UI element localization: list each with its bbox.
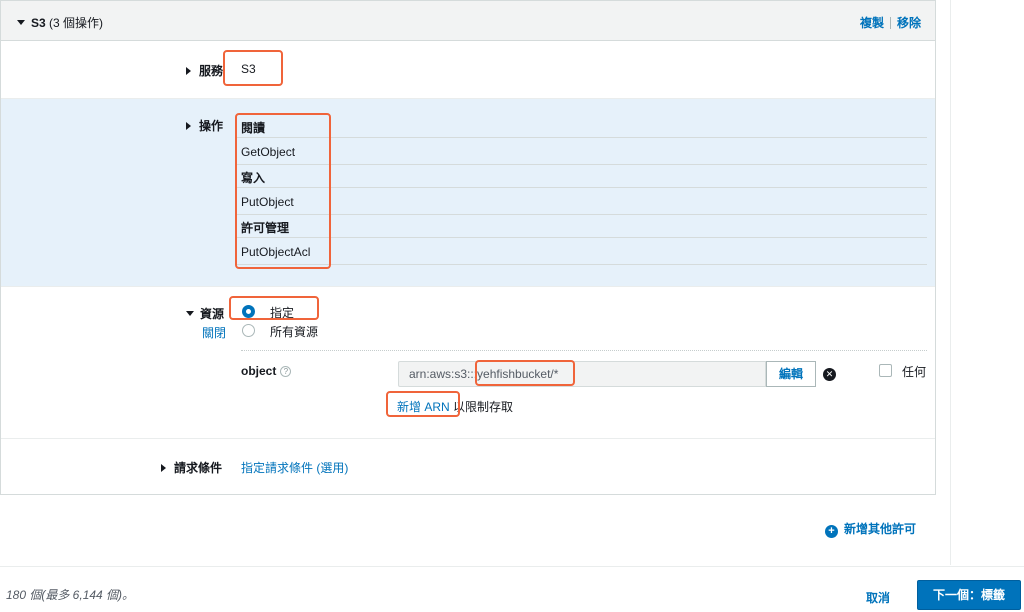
service-row[interactable]: 服務 S3 — [1, 42, 935, 99]
conditions-label[interactable]: 請求條件 — [161, 459, 222, 476]
highlight-box — [223, 50, 283, 86]
divider — [889, 17, 891, 29]
panel-actions: 複製 移除 — [860, 14, 921, 31]
close-link[interactable]: 關閉 — [202, 324, 226, 341]
conditions-row[interactable]: 請求條件 指定請求條件 (選用) — [1, 439, 935, 495]
service-label-text: 服務 — [199, 64, 224, 78]
add-permission-button[interactable]: + 新增其他許可 — [825, 520, 916, 538]
panel-header[interactable]: S3 (3 個操作) 複製 移除 — [1, 1, 935, 41]
expand-arrow-icon — [161, 464, 166, 472]
expand-arrow-icon — [186, 122, 191, 130]
collapse-arrow-icon — [186, 311, 194, 316]
actions-list: 閱讀 GetObject 寫入 PutObject 許可管理 PutObject… — [237, 115, 927, 265]
action-item: PutObjectAcl — [237, 237, 927, 265]
next-button[interactable]: 下一個：標籤 — [917, 580, 1021, 610]
conditions-label-text: 請求條件 — [174, 461, 223, 475]
any-checkbox[interactable] — [879, 364, 892, 377]
panel-title-count: (3 個操作) — [49, 16, 104, 30]
actions-label-text: 操作 — [199, 119, 224, 133]
radio-all-resources[interactable] — [242, 324, 255, 337]
highlight-box — [229, 296, 319, 320]
action-group-write: 寫入 — [241, 171, 266, 185]
object-label: object? — [241, 364, 292, 378]
permission-panel: S3 (3 個操作) 複製 移除 服務 S3 操作 閱讀 GetObject 寫入… — [0, 0, 936, 495]
remove-arn-icon[interactable]: ✕ — [823, 368, 836, 381]
service-label[interactable]: 服務 — [186, 62, 223, 79]
copy-link[interactable]: 複製 — [860, 16, 884, 30]
add-permission-label: 新增其他許可 — [844, 522, 917, 536]
character-count: 180 個(最多 6,144 個)。 — [6, 588, 135, 602]
highlight-box — [386, 391, 460, 417]
resources-row: 資源 關閉 指定 所有資源 object? arn:aws:s3:::yehfi… — [1, 287, 935, 439]
actions-row[interactable]: 操作 閱讀 GetObject 寫入 PutObject 許可管理 PutObj… — [1, 99, 935, 287]
help-icon[interactable]: ? — [280, 366, 292, 377]
highlight-box — [235, 113, 331, 269]
action-group-read: 閱讀 — [241, 121, 266, 135]
highlight-box — [475, 360, 575, 386]
panel-title-text: S3 — [31, 16, 46, 30]
action-item: GetObject — [237, 137, 927, 165]
actions-label[interactable]: 操作 — [186, 117, 223, 134]
object-label-text: object — [241, 364, 277, 378]
footer-bar: 180 個(最多 6,144 個)。 取消 下一個：標籤 — [0, 566, 1024, 612]
specify-conditions-link[interactable]: 指定請求條件 (選用) — [241, 459, 348, 476]
plus-circle-icon: + — [825, 525, 838, 538]
resources-label[interactable]: 資源 — [186, 305, 224, 322]
page-gutter — [936, 0, 950, 565]
collapse-caret-icon[interactable] — [17, 20, 25, 25]
panel-title[interactable]: S3 (3 個操作) — [17, 14, 103, 31]
action-group-permissions: 許可管理 — [241, 221, 290, 235]
add-arn-suffix: 以限制存取 — [453, 400, 514, 414]
cancel-button[interactable]: 取消 — [866, 589, 890, 606]
edit-button[interactable]: 編輯 — [766, 361, 816, 387]
any-label[interactable]: 任何 — [902, 363, 926, 380]
arn-field[interactable]: arn:aws:s3:::yehfishbucket/* — [398, 361, 766, 387]
remove-link[interactable]: 移除 — [897, 16, 921, 30]
resources-label-text: 資源 — [200, 307, 225, 321]
expand-arrow-icon — [186, 67, 191, 75]
action-item: PutObject — [237, 187, 927, 215]
right-sidebar-area — [950, 0, 1024, 565]
radio-all-resources-label[interactable]: 所有資源 — [270, 323, 318, 340]
divider — [241, 350, 927, 351]
